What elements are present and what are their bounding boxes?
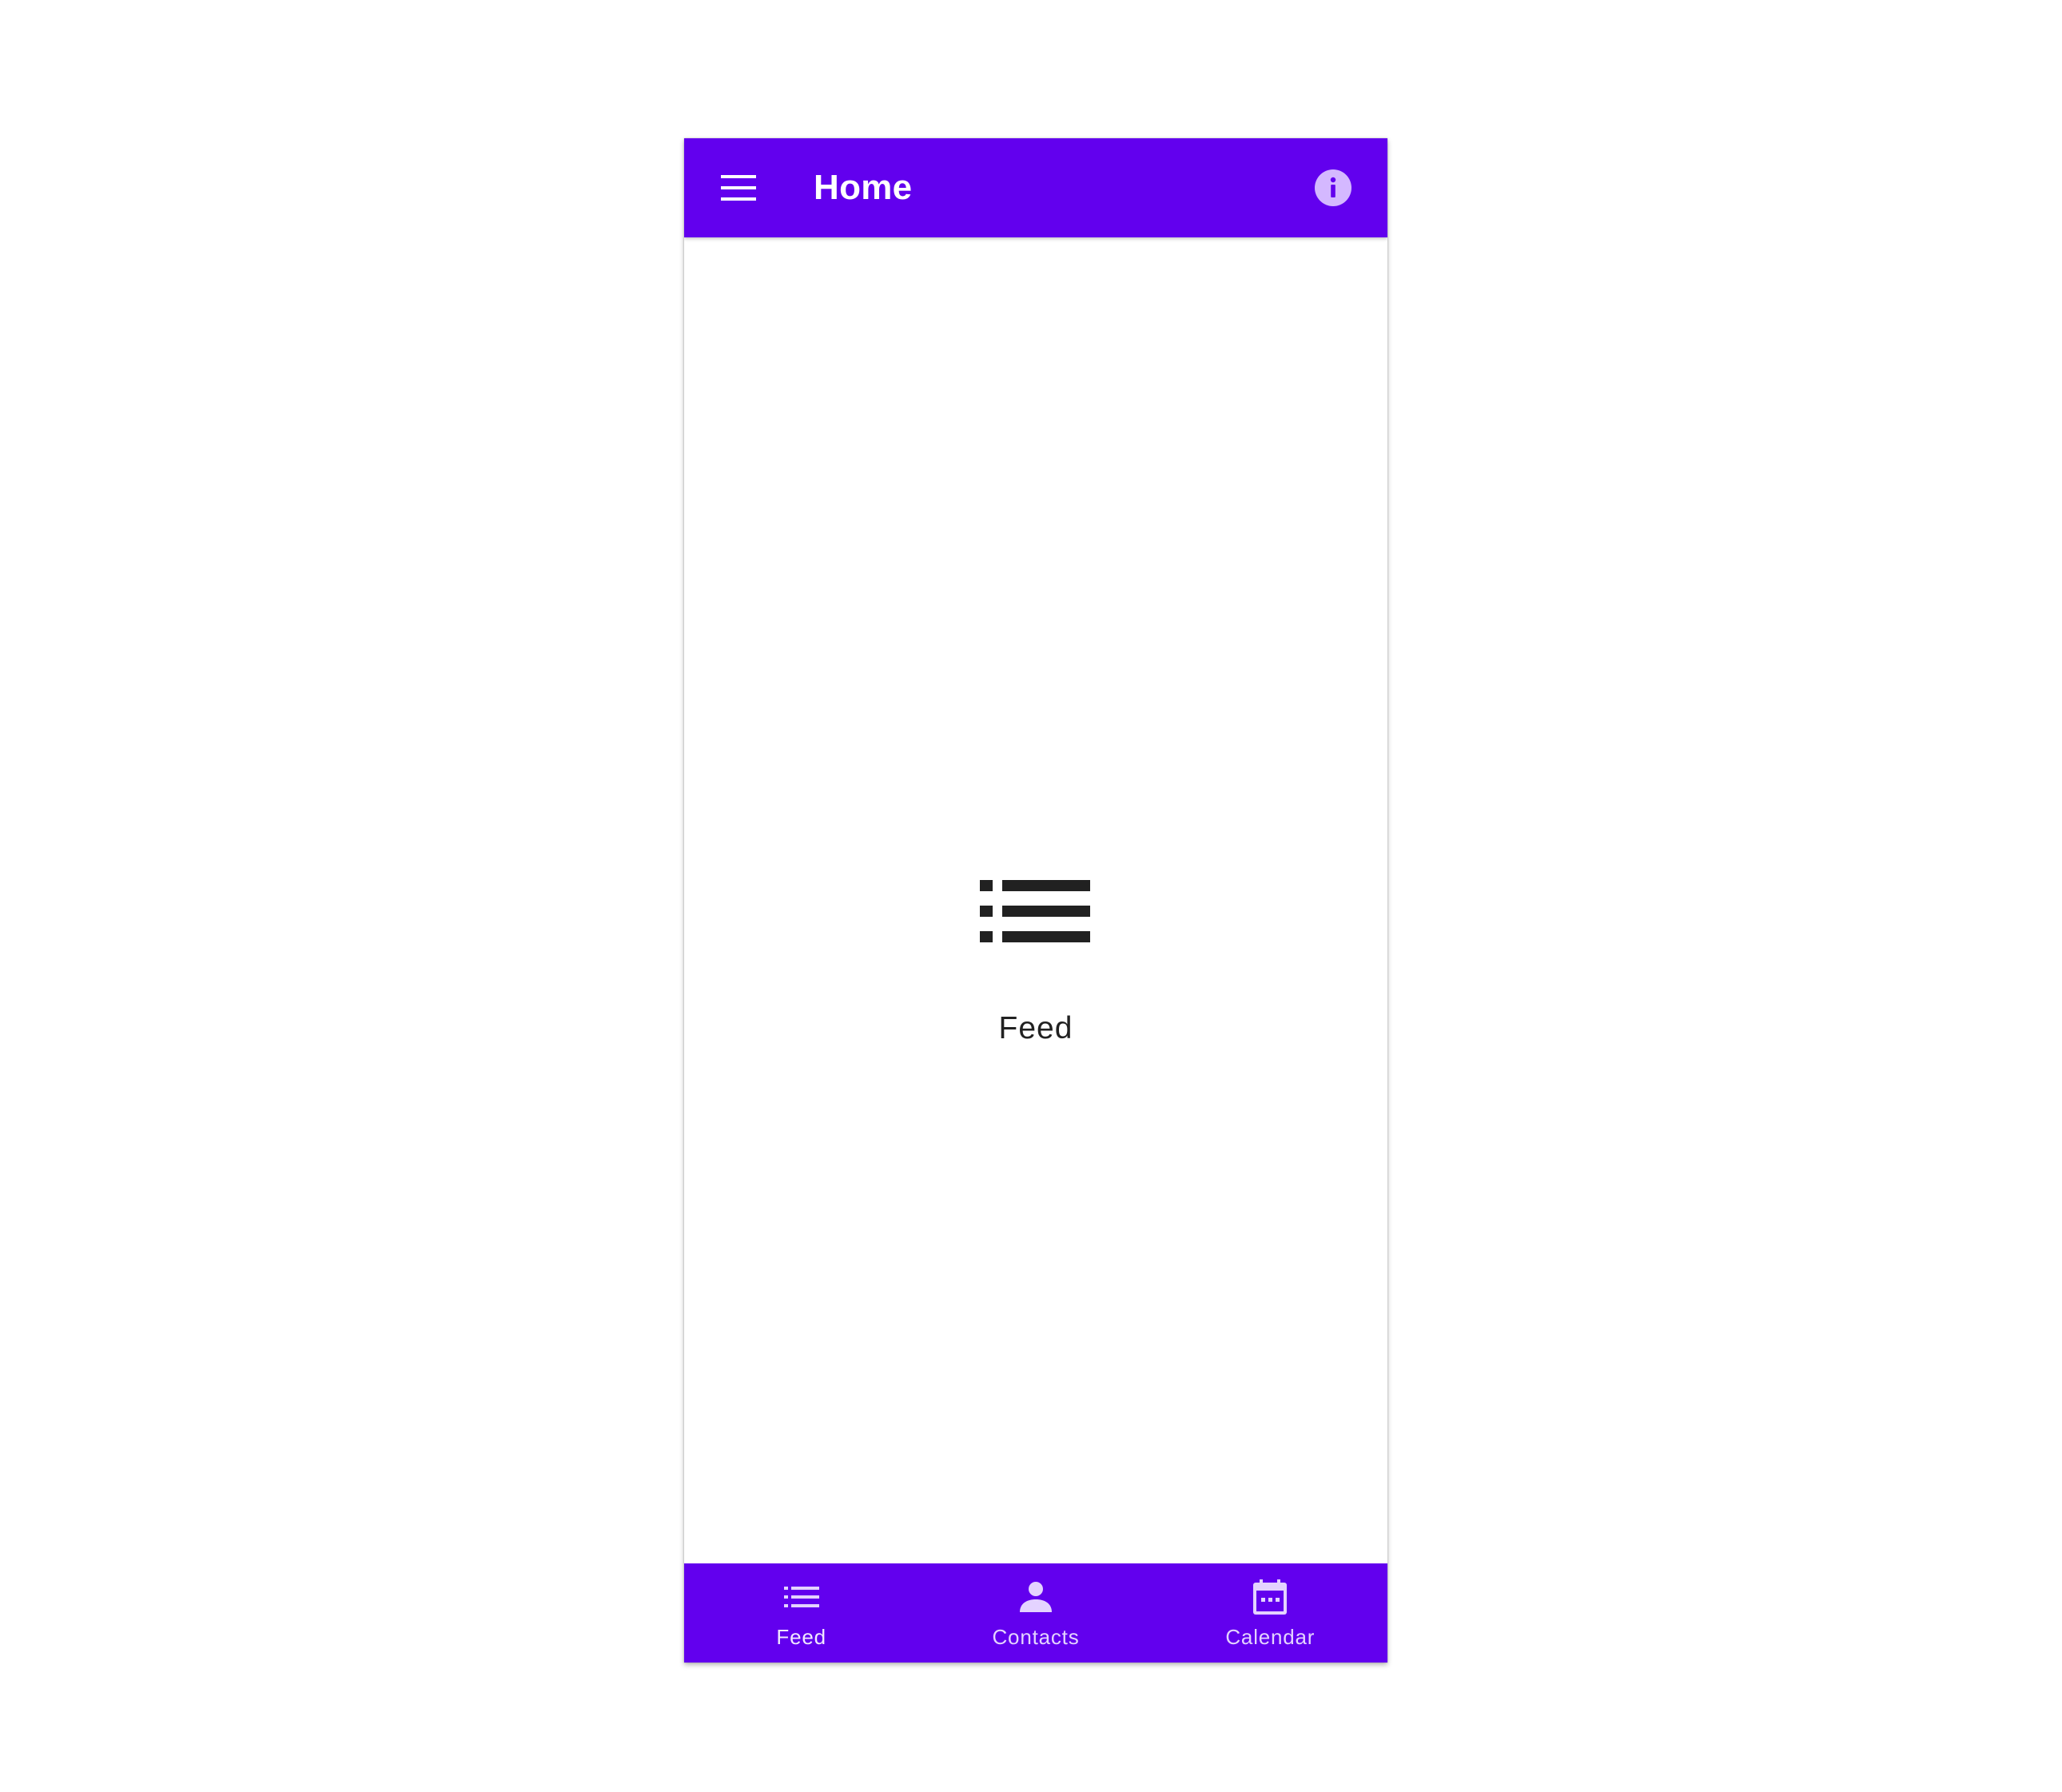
nav-item-contacts[interactable]: Contacts xyxy=(918,1563,1152,1663)
list-icon xyxy=(783,1587,819,1607)
nav-label-contacts: Contacts xyxy=(992,1625,1080,1649)
menu-button[interactable] xyxy=(708,157,769,218)
nav-label-feed: Feed xyxy=(776,1625,826,1649)
info-button[interactable] xyxy=(1303,157,1363,218)
info-icon xyxy=(1315,169,1351,206)
person-icon xyxy=(1019,1582,1052,1612)
top-app-bar: Home xyxy=(684,138,1387,237)
feed-placeholder: Feed xyxy=(684,237,1387,1563)
list-icon xyxy=(980,880,1090,942)
feed-label: Feed xyxy=(998,1011,1073,1045)
main-content: Feed xyxy=(684,237,1387,1563)
bottom-navigation: Feed Contacts Calendar xyxy=(684,1563,1387,1663)
nav-label-calendar: Calendar xyxy=(1225,1625,1316,1649)
app-screen: Home Feed Feed Contacts Calendar xyxy=(684,138,1387,1663)
calendar-icon xyxy=(1253,1579,1288,1615)
nav-item-feed[interactable]: Feed xyxy=(684,1563,918,1663)
page-title: Home xyxy=(814,168,913,207)
nav-item-calendar[interactable]: Calendar xyxy=(1153,1563,1387,1663)
menu-icon xyxy=(721,175,756,201)
